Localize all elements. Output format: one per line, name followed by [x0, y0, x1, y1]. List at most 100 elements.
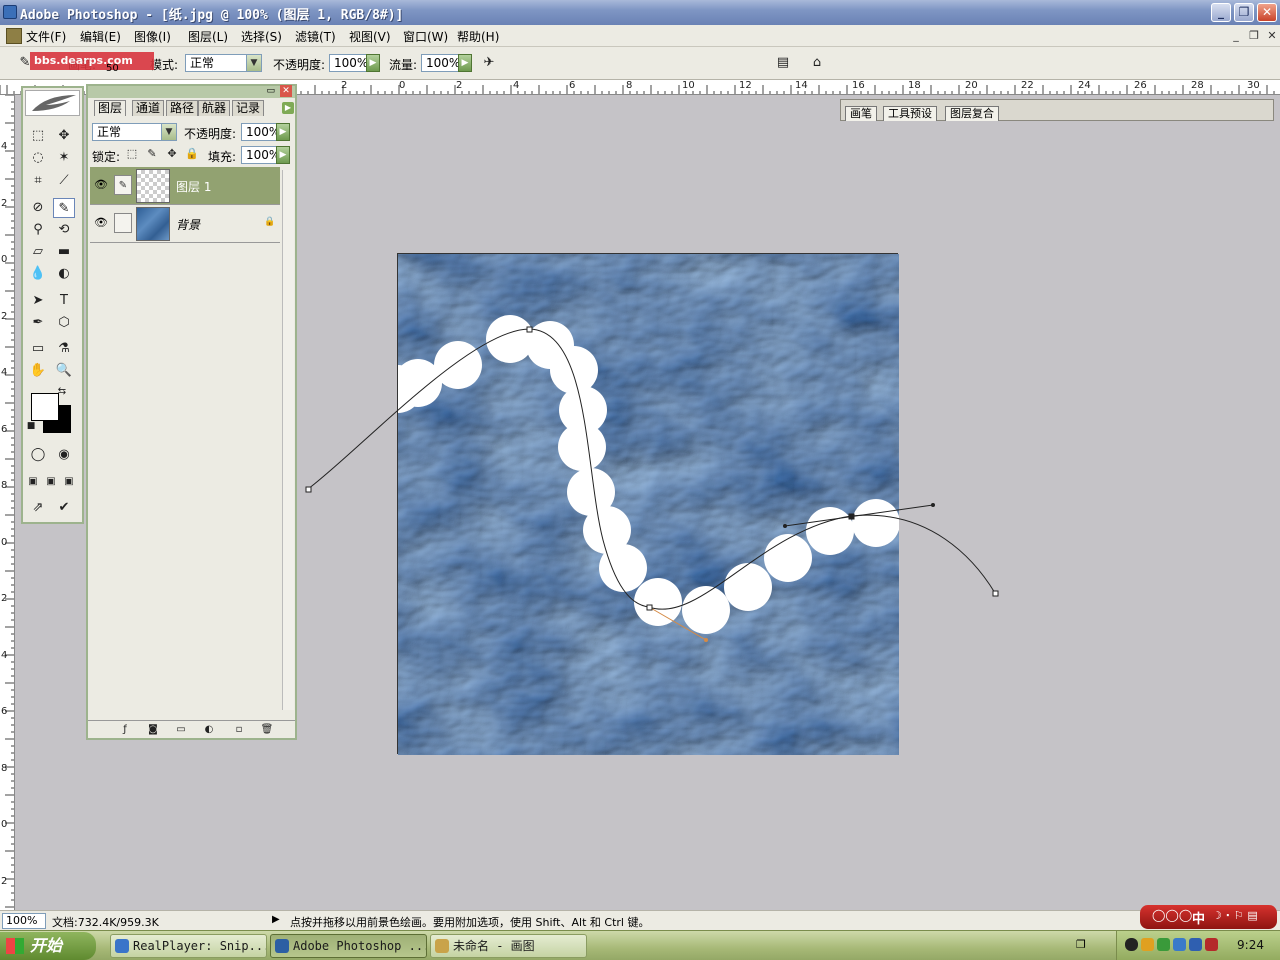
feather-logo-icon[interactable] [25, 90, 80, 116]
lock-transparency-icon[interactable]: ⬚ [124, 144, 140, 164]
opacity-input[interactable]: 100% [329, 54, 368, 72]
tab-channels[interactable]: 通道 [132, 100, 165, 116]
doc-restore-button[interactable]: ❐ [1246, 28, 1262, 44]
warning-icon[interactable] [1141, 938, 1154, 951]
menu-help[interactable]: 帮助(H) [457, 28, 499, 45]
taskbar-realplayer[interactable]: RealPlayer: Snip... [110, 934, 267, 958]
layer-style-icon[interactable]: ƒ [118, 723, 132, 737]
check-icon[interactable]: ✔ [53, 498, 75, 518]
ime-mode[interactable]: 中 [1192, 908, 1205, 927]
layer-opacity-input[interactable]: 100% [241, 123, 280, 141]
vertical-ruler[interactable]: 4 2 0 2 4 6 8 0 2 4 6 8 0 2 [0, 95, 15, 910]
ime-options-icon[interactable]: ☽ ∙ ⚐ ▤ [1212, 909, 1258, 922]
visibility-eye-icon[interactable]: 👁 [94, 216, 108, 230]
tab-navigator[interactable]: 航器 [198, 100, 231, 116]
tab-history[interactable]: 记录 [232, 100, 265, 116]
menu-image[interactable]: 图像(I) [134, 28, 171, 45]
standard-mode-icon[interactable]: ◯ [27, 445, 49, 465]
network-icon[interactable] [1157, 938, 1170, 951]
doc-close-button[interactable]: ✕ [1264, 28, 1280, 44]
minimize-button[interactable]: _ [1211, 3, 1231, 22]
doc-minimize-button[interactable]: _ [1228, 28, 1244, 44]
marquee-tool-icon[interactable]: ⬚ [27, 126, 49, 146]
tab-layers[interactable]: 图层 [94, 100, 127, 116]
ime-toolbar[interactable]: ◯◯◯ 中 ☽ ∙ ⚐ ▤ [1140, 905, 1277, 929]
menu-filter[interactable]: 滤镜(T) [295, 28, 336, 45]
start-button[interactable]: 开始 [0, 932, 96, 960]
lock-pixels-icon[interactable]: ✎ [144, 144, 160, 164]
pen-tool-icon[interactable]: ✒ [27, 313, 49, 333]
notes-tool-icon[interactable]: ▭ [27, 339, 49, 359]
menu-layer[interactable]: 图层(L) [188, 28, 228, 45]
layer-blend-mode-select[interactable]: 正常 [92, 123, 162, 141]
path-selection-icon[interactable]: ➤ [27, 291, 49, 311]
security-shield-icon[interactable] [1205, 938, 1218, 951]
visibility-eye-icon[interactable]: 👁 [94, 178, 108, 192]
chevron-down-icon[interactable]: ▼ [246, 54, 262, 72]
file-browser-icon[interactable]: ▤ [772, 53, 794, 73]
chevron-down-icon[interactable]: ▼ [161, 123, 177, 141]
crop-tool-icon[interactable]: ⌗ [27, 171, 49, 191]
menu-edit[interactable]: 编辑(E) [80, 28, 121, 45]
palette-close-icon[interactable]: ✕ [280, 85, 292, 97]
type-tool-icon[interactable]: T [53, 291, 75, 311]
document-canvas[interactable] [397, 253, 899, 755]
well-tab-tool-presets[interactable]: 工具预设 [883, 106, 937, 121]
brush-size[interactable]: 50 [106, 63, 119, 74]
layer-fill-input[interactable]: 100% [241, 146, 280, 164]
dodge-tool-icon[interactable]: ◐ [53, 264, 75, 284]
menu-view[interactable]: 视图(V) [349, 28, 391, 45]
tab-paths[interactable]: 路径 [166, 100, 199, 116]
paintbrush-link-icon[interactable]: ✎ [114, 175, 132, 195]
shape-tool-icon[interactable]: ⬡ [53, 313, 75, 333]
default-colors-icon[interactable]: ■ [25, 420, 37, 432]
status-menu-arrow-icon[interactable]: ▶ [272, 914, 280, 925]
blur-tool-icon[interactable]: 💧 [27, 264, 49, 284]
airbrush-icon[interactable]: ✈ [478, 53, 500, 73]
well-tab-brushes[interactable]: 画笔 [845, 106, 877, 121]
taskbar-photoshop[interactable]: Adobe Photoshop ... [270, 934, 427, 958]
link-cell[interactable] [114, 213, 132, 233]
restore-button[interactable]: ❐ [1234, 3, 1254, 22]
well-tab-layer-comps[interactable]: 图层复合 [945, 106, 999, 121]
eraser-tool-icon[interactable]: ▱ [27, 242, 49, 262]
screen-mode-full-icon[interactable]: ▣ [61, 472, 77, 492]
hand-tool-icon[interactable]: ✋ [27, 361, 49, 381]
new-layer-icon[interactable]: ▫ [232, 723, 246, 737]
antivirus-icon[interactable] [1173, 938, 1186, 951]
quickmask-mode-icon[interactable]: ◉ [53, 445, 75, 465]
magic-wand-icon[interactable]: ✶ [53, 148, 75, 168]
qq-icon[interactable] [1125, 938, 1138, 951]
healing-brush-icon[interactable]: ⊘ [27, 198, 49, 218]
eyedropper-icon[interactable]: ⚗ [53, 339, 75, 359]
restore-taskbar-icon[interactable]: ❐ [1076, 938, 1086, 951]
layers-scrollbar[interactable] [282, 170, 294, 710]
add-mask-icon[interactable]: ◙ [146, 723, 160, 737]
zoom-level-input[interactable]: 100% [2, 913, 46, 929]
history-brush-icon[interactable]: ⟲ [53, 220, 75, 240]
screen-mode-standard-icon[interactable]: ▣ [25, 472, 41, 492]
clone-stamp-icon[interactable]: ⚲ [27, 220, 49, 240]
layer-row-background[interactable]: 👁 背景 🔒 [90, 205, 280, 243]
palette-well-icon[interactable]: ⌂ [806, 53, 828, 73]
opacity-slider-arrow-icon[interactable]: ▶ [366, 54, 380, 72]
palette-title-bar[interactable]: ▭ ✕ [88, 85, 295, 98]
lock-position-icon[interactable]: ✥ [164, 144, 180, 164]
trash-icon[interactable]: 🗑 [260, 723, 274, 737]
slice-tool-icon[interactable]: ⟋ [53, 171, 75, 191]
brush-tool-icon[interactable]: ✎ [53, 198, 75, 218]
menu-select[interactable]: 选择(S) [241, 28, 282, 45]
mode-select[interactable]: 正常 [185, 54, 249, 72]
menu-file[interactable]: 文件(F) [26, 28, 66, 45]
layer-row-layer1[interactable]: 👁 ✎ 图层 1 [90, 167, 280, 205]
move-tool-icon[interactable]: ✥ [53, 126, 75, 146]
adjustment-layer-icon[interactable]: ◐ [202, 723, 216, 737]
zoom-tool-icon[interactable]: 🔍 [53, 361, 75, 381]
foreground-color-swatch[interactable] [31, 393, 59, 421]
palette-minimize-icon[interactable]: ▭ [266, 86, 275, 96]
close-button[interactable]: ✕ [1257, 3, 1277, 22]
lasso-tool-icon[interactable]: ◌ [27, 148, 49, 168]
screen-mode-full-menu-icon[interactable]: ▣ [43, 472, 59, 492]
imageready-jump-icon[interactable]: ⇗ [27, 498, 49, 518]
volume-icon[interactable] [1189, 938, 1202, 951]
